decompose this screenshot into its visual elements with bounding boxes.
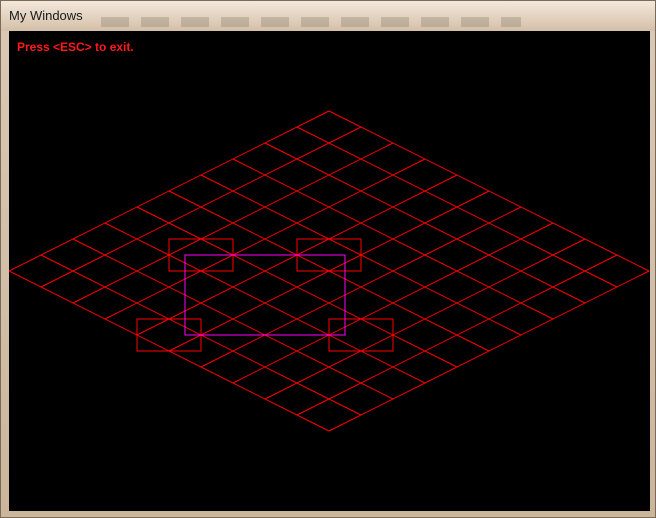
corner-tile-outlines [136, 238, 394, 352]
app-window: My Windows Press <ESC> to exit. [0, 0, 656, 518]
window-title: My Windows [9, 8, 83, 23]
isometric-scene [9, 110, 650, 432]
render-canvas[interactable]: Press <ESC> to exit. [9, 31, 650, 511]
title-bar[interactable]: My Windows [1, 1, 655, 31]
blurred-background-text [101, 17, 521, 27]
